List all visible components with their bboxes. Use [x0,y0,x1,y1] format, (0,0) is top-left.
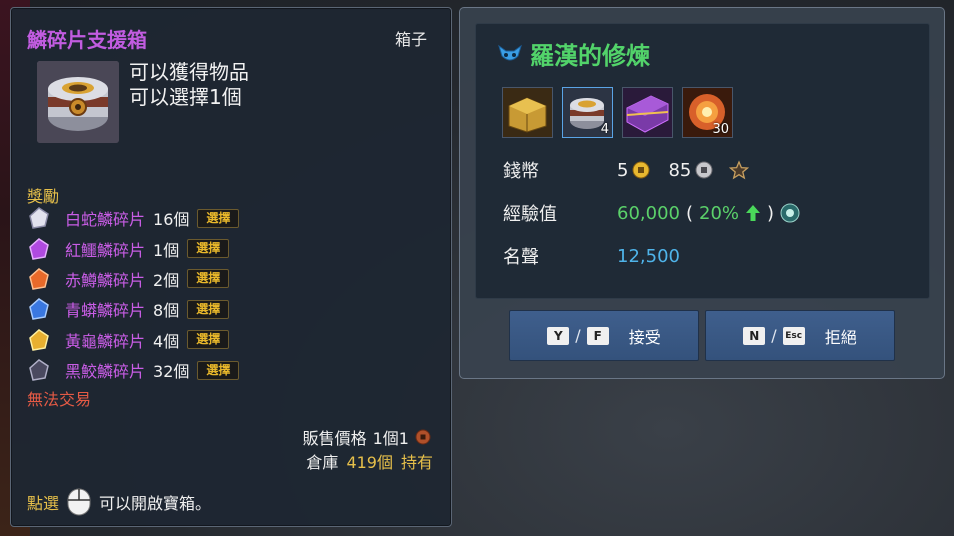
key-f: F [586,326,609,345]
reward-row: 紅鱷鱗碎片 1個 選擇 [27,233,447,263]
storage-own: 持有 [400,453,433,472]
reward-count: 32個 [153,362,190,382]
money-gold: 5 [617,159,629,181]
storage-label: 倉庫 [306,453,339,472]
money-value: 5 85 [617,159,750,181]
quest-title: 羅漢的修煉 [498,36,650,71]
sell-value: 1個1 [372,429,409,448]
storage-count: 419個 [346,453,393,472]
quest-reward-items: 4 30 [502,87,733,138]
blue-scale-icon [29,298,49,321]
mouse-icon [67,488,91,516]
quest-panel: 羅漢的修煉 4 30 錢幣 5 85 經驗值 60,000 (20%) 名聲… [459,7,945,379]
item-description: 可以獲得物品 可以選擇1個 [129,60,249,110]
quest-content: 羅漢的修煉 4 30 錢幣 5 85 經驗值 60,000 (20%) 名聲… [475,23,930,299]
storage-info: 倉庫 419個 持有 [306,449,433,473]
gold-coin-icon [632,161,650,179]
orange-scale-icon [29,268,49,290]
purple-scale-icon [29,237,49,260]
fame-label: 名聲 [503,247,539,268]
money-label: 錢幣 [503,161,539,182]
reward-item-slot[interactable]: 4 [562,87,613,138]
reward-item-slot[interactable]: 30 [682,87,733,138]
money-silver: 85 [668,159,692,181]
copper-coin-icon [415,429,431,445]
reject-label: 拒絕 [824,327,857,347]
desc-line-1: 可以獲得物品 [129,60,249,84]
reward-item-slot[interactable] [622,87,673,138]
hint-click: 點選 [27,494,60,513]
exp-value: 60,000 [617,202,680,224]
reward-count: 4個 [153,331,180,351]
sell-price: 販售價格 1個1 [303,425,431,449]
desc-line-2: 可以選擇1個 [129,85,242,109]
open-hint: 點選 可以開啟寶箱。 [27,488,211,516]
sell-label: 販售價格 [302,429,367,448]
accept-label: 接受 [628,327,661,347]
select-button[interactable]: 選擇 [197,208,240,228]
reward-name: 紅鱷鱗碎片 [65,240,146,260]
select-button[interactable]: 選擇 [187,269,230,289]
reward-count: 8個 [153,301,180,321]
reward-name: 白蛇鱗碎片 [65,210,146,230]
reject-button[interactable]: N / Esc 拒絕 [705,310,895,361]
money-row: 錢幣 5 85 [503,157,750,183]
item-count: 30 [712,122,729,137]
silver-coin-icon [695,161,713,179]
item-type: 箱子 [394,30,427,49]
fame-row: 名聲 12,500 [503,243,680,269]
arrow-up-icon [746,205,761,221]
reward-count: 16個 [153,210,190,230]
key-n: N [743,326,766,345]
exp-label: 經驗值 [503,204,557,225]
reward-name: 赤鱒鱗碎片 [65,270,146,290]
key-y: Y [547,326,570,345]
golden-chest-icon [503,88,552,137]
reward-row: 黑鮫鱗碎片 32個 選擇 [27,355,447,385]
reward-list: 白蛇鱗碎片 16個 選擇 紅鱷鱗碎片 1個 選擇 赤鱒鱗碎片 2個 選擇 青蟒鱗… [27,203,447,385]
exp-orb-icon [780,203,800,223]
reward-name: 黃龜鱗碎片 [65,331,146,351]
item-count: 4 [600,122,609,137]
fame-value: 12,500 [617,245,680,267]
accept-button[interactable]: Y / F 接受 [509,310,699,361]
key-esc: Esc [782,326,805,345]
reward-name: 青蟒鱗碎片 [65,301,146,321]
item-tooltip: 鱗碎片支援箱 箱子 可以獲得物品 可以選擇1個 獎勵 白蛇鱗碎片 16個 選擇 … [10,7,452,527]
reward-row: 黃龜鱗碎片 4個 選擇 [27,325,447,355]
silver-box-icon [37,61,119,143]
select-button[interactable]: 選擇 [187,330,230,350]
mask-icon [498,44,522,60]
black-scale-icon [29,359,49,381]
select-button[interactable]: 選擇 [197,360,240,380]
reward-row: 白蛇鱗碎片 16個 選擇 [27,203,447,233]
quest-title-text: 羅漢的修煉 [530,42,650,70]
reward-count: 2個 [153,270,180,290]
reward-row: 赤鱒鱗碎片 2個 選擇 [27,264,447,294]
reward-row: 青蟒鱗碎片 8個 選擇 [27,294,447,324]
select-button[interactable]: 選擇 [187,299,230,319]
reward-item-slot[interactable] [502,87,553,138]
reward-count: 1個 [153,240,180,260]
yellow-scale-icon [29,328,49,351]
exp-bonus: 20% [699,202,740,224]
exp-value-group: 60,000 (20% ) [617,203,800,224]
exp-row: 經驗值 60,000 (20% ) [503,200,800,226]
no-trade-label: 無法交易 [27,390,92,409]
select-button[interactable]: 選擇 [187,239,230,259]
star-icon [729,160,750,180]
reward-name: 黑鮫鱗碎片 [65,362,146,382]
purple-chest-icon [623,88,672,137]
item-title: 鱗碎片支援箱 [27,28,147,52]
hint-text: 可以開啟寶箱。 [99,494,212,513]
white-scale-icon [29,207,49,230]
